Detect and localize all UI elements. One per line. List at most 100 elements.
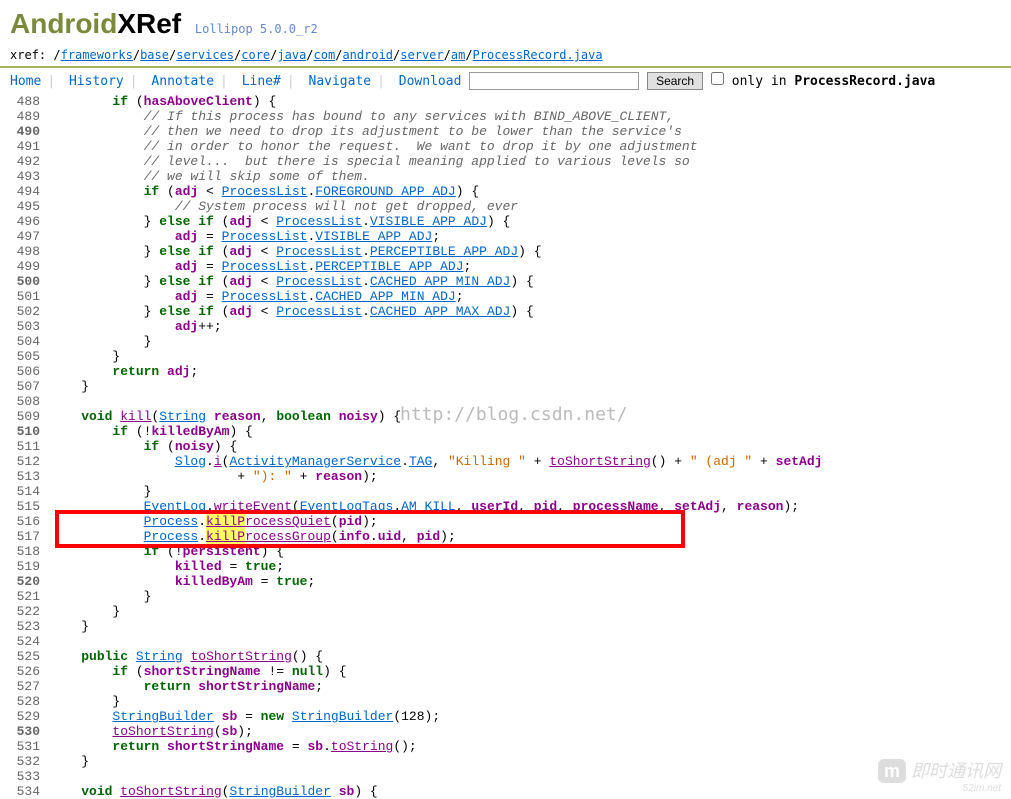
- line-number[interactable]: 500: [10, 274, 50, 289]
- line-number[interactable]: 523: [10, 619, 50, 634]
- line-number[interactable]: 530: [10, 724, 50, 739]
- code-content[interactable]: void kill(String reason, boolean noisy) …: [50, 409, 1001, 424]
- code-content[interactable]: }: [50, 694, 1001, 709]
- breadcrumb-part[interactable]: java: [277, 48, 306, 62]
- code-content[interactable]: // we will skip some of them.: [50, 169, 1001, 184]
- line-number[interactable]: 509: [10, 409, 50, 424]
- code-content[interactable]: void toShortString(StringBuilder sb) {: [50, 784, 1001, 799]
- line-number[interactable]: 520: [10, 574, 50, 589]
- breadcrumb-part[interactable]: android: [342, 48, 393, 62]
- line-number[interactable]: 504: [10, 334, 50, 349]
- code-content[interactable]: if (shortStringName != null) {: [50, 664, 1001, 679]
- code-content[interactable]: }: [50, 379, 1001, 394]
- line-number[interactable]: 511: [10, 439, 50, 454]
- code-content[interactable]: if (!persistent) {: [50, 544, 1001, 559]
- breadcrumb-part[interactable]: com: [314, 48, 336, 62]
- code-content[interactable]: }: [50, 589, 1001, 604]
- code-content[interactable]: StringBuilder sb = new StringBuilder(128…: [50, 709, 1001, 724]
- code-content[interactable]: return shortStringName = sb.toString();: [50, 739, 1001, 754]
- search-input[interactable]: [469, 72, 639, 90]
- breadcrumb-part[interactable]: core: [241, 48, 270, 62]
- line-number[interactable]: 506: [10, 364, 50, 379]
- breadcrumb-part[interactable]: services: [176, 48, 234, 62]
- line-number[interactable]: 496: [10, 214, 50, 229]
- code-content[interactable]: if (hasAboveClient) {: [50, 94, 1001, 109]
- code-content[interactable]: [50, 769, 1001, 784]
- code-content[interactable]: }: [50, 604, 1001, 619]
- logo[interactable]: AndroidXRef: [10, 8, 189, 39]
- nav-download[interactable]: Download: [399, 74, 462, 89]
- code-content[interactable]: [50, 394, 1001, 409]
- line-number[interactable]: 516: [10, 514, 50, 529]
- code-content[interactable]: if (noisy) {: [50, 439, 1001, 454]
- code-content[interactable]: if (adj < ProcessList.FOREGROUND_APP_ADJ…: [50, 184, 1001, 199]
- code-content[interactable]: return adj;: [50, 364, 1001, 379]
- code-content[interactable]: return shortStringName;: [50, 679, 1001, 694]
- line-number[interactable]: 522: [10, 604, 50, 619]
- code-content[interactable]: [50, 634, 1001, 649]
- code-content[interactable]: adj = ProcessList.PERCEPTIBLE_APP_ADJ;: [50, 259, 1001, 274]
- breadcrumb-part[interactable]: server: [400, 48, 443, 62]
- line-number[interactable]: 491: [10, 139, 50, 154]
- code-content[interactable]: EventLog.writeEvent(EventLogTags.AM_KILL…: [50, 499, 1001, 514]
- code-content[interactable]: Process.killProcessQuiet(pid);: [50, 514, 1001, 529]
- nav-history[interactable]: History: [69, 74, 124, 89]
- line-number[interactable]: 532: [10, 754, 50, 769]
- line-number[interactable]: 495: [10, 199, 50, 214]
- line-number[interactable]: 510: [10, 424, 50, 439]
- breadcrumb-part[interactable]: frameworks: [61, 48, 133, 62]
- code-content[interactable]: // level... but there is special meaning…: [50, 154, 1001, 169]
- code-content[interactable]: }: [50, 619, 1001, 634]
- code-content[interactable]: } else if (adj < ProcessList.VISIBLE_APP…: [50, 214, 1001, 229]
- line-number[interactable]: 533: [10, 769, 50, 784]
- line-number[interactable]: 517: [10, 529, 50, 544]
- line-number[interactable]: 494: [10, 184, 50, 199]
- nav-navigate[interactable]: Navigate: [309, 74, 372, 89]
- line-number[interactable]: 526: [10, 664, 50, 679]
- code-content[interactable]: }: [50, 349, 1001, 364]
- line-number[interactable]: 492: [10, 154, 50, 169]
- line-number[interactable]: 505: [10, 349, 50, 364]
- code-content[interactable]: // then we need to drop its adjustment t…: [50, 124, 1001, 139]
- line-number[interactable]: 507: [10, 379, 50, 394]
- line-number[interactable]: 508: [10, 394, 50, 409]
- line-number[interactable]: 493: [10, 169, 50, 184]
- code-content[interactable]: adj++;: [50, 319, 1001, 334]
- code-content[interactable]: } else if (adj < ProcessList.PERCEPTIBLE…: [50, 244, 1001, 259]
- code-content[interactable]: + "): " + reason);: [50, 469, 1001, 484]
- line-number[interactable]: 527: [10, 679, 50, 694]
- breadcrumb-part[interactable]: base: [140, 48, 169, 62]
- code-content[interactable]: Process.killProcessGroup(info.uid, pid);: [50, 529, 1001, 544]
- line-number[interactable]: 503: [10, 319, 50, 334]
- line-number[interactable]: 488: [10, 94, 50, 109]
- code-content[interactable]: // System process will not get dropped, …: [50, 199, 1001, 214]
- version-label[interactable]: Lollipop 5.0.0_r2: [195, 22, 318, 36]
- line-number[interactable]: 519: [10, 559, 50, 574]
- line-number[interactable]: 515: [10, 499, 50, 514]
- code-content[interactable]: Slog.i(ActivityManagerService.TAG, "Kill…: [50, 454, 1001, 469]
- line-number[interactable]: 499: [10, 259, 50, 274]
- code-content[interactable]: // If this process has bound to any serv…: [50, 109, 1001, 124]
- code-content[interactable]: killedByAm = true;: [50, 574, 1001, 589]
- code-content[interactable]: if (!killedByAm) {: [50, 424, 1001, 439]
- line-number[interactable]: 497: [10, 229, 50, 244]
- line-number[interactable]: 524: [10, 634, 50, 649]
- code-content[interactable]: killed = true;: [50, 559, 1001, 574]
- line-number[interactable]: 513: [10, 469, 50, 484]
- line-number[interactable]: 501: [10, 289, 50, 304]
- line-number[interactable]: 489: [10, 109, 50, 124]
- code-content[interactable]: // in order to honor the request. We wan…: [50, 139, 1001, 154]
- code-content[interactable]: adj = ProcessList.VISIBLE_APP_ADJ;: [50, 229, 1001, 244]
- code-content[interactable]: public String toShortString() {: [50, 649, 1001, 664]
- line-number[interactable]: 518: [10, 544, 50, 559]
- breadcrumb-part[interactable]: am: [451, 48, 465, 62]
- search-button[interactable]: Search: [647, 72, 703, 90]
- line-number[interactable]: 534: [10, 784, 50, 799]
- code-content[interactable]: }: [50, 334, 1001, 349]
- nav-home[interactable]: Home: [10, 74, 41, 89]
- line-number[interactable]: 531: [10, 739, 50, 754]
- line-number[interactable]: 521: [10, 589, 50, 604]
- line-number[interactable]: 512: [10, 454, 50, 469]
- line-number[interactable]: 498: [10, 244, 50, 259]
- line-number[interactable]: 490: [10, 124, 50, 139]
